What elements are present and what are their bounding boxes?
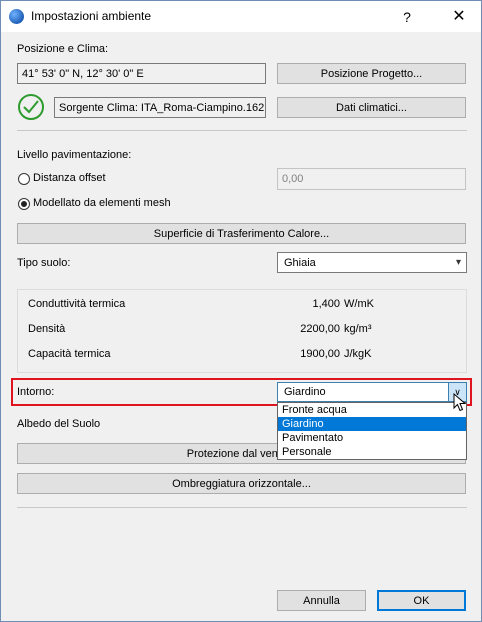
ground-level-label: Livello pavimentazione: — [17, 149, 132, 161]
albedo-label: Albedo del Suolo — [17, 418, 101, 430]
climate-source-field: Sorgente Clima: ITA_Roma-Ciampino.162 — [54, 97, 266, 118]
surroundings-dropdown-list: Fronte acqua Giardino Pavimentato Person… — [277, 402, 467, 460]
dropdown-option-selected[interactable]: Giardino — [278, 417, 466, 431]
mouse-cursor-icon — [453, 393, 467, 412]
surroundings-value: Giardino — [284, 386, 326, 398]
property-value: 1,400 — [312, 298, 340, 310]
title-bar: Impostazioni ambiente ? ✕ — [1, 1, 481, 32]
property-name: Densità — [28, 323, 66, 335]
settings-dialog: Impostazioni ambiente ? ✕ Posizione e Cl… — [0, 0, 482, 622]
dropdown-option[interactable]: Pavimentato — [278, 431, 466, 445]
horizon-shading-button[interactable]: Ombreggiatura orizzontale... — [17, 473, 466, 494]
coordinates-field: 41° 53' 0" N, 12° 30' 0" E — [17, 63, 266, 84]
project-location-button[interactable]: Posizione Progetto... — [277, 63, 466, 84]
property-name: Capacità termica — [28, 348, 111, 360]
property-value: 2200,00 — [300, 323, 340, 335]
ok-button[interactable]: OK — [377, 590, 466, 611]
dropdown-option[interactable]: Fronte acqua — [278, 403, 466, 417]
mesh-radio[interactable] — [18, 198, 30, 210]
climate-data-button[interactable]: Dati climatici... — [277, 97, 466, 118]
chevron-down-icon: ▾ — [455, 257, 461, 268]
property-unit: J/kgK — [344, 348, 372, 360]
mesh-radio-label: Modellato da elementi mesh — [33, 197, 171, 209]
help-button[interactable]: ? — [397, 7, 417, 27]
surroundings-select[interactable]: Giardino ∨ — [277, 382, 467, 402]
soil-type-select[interactable]: Ghiaia ▾ — [277, 252, 467, 273]
heat-transfer-surface-button[interactable]: Superficie di Trasferimento Calore... — [17, 223, 466, 244]
property-name: Conduttività termica — [28, 298, 126, 310]
property-unit: kg/m³ — [344, 323, 372, 335]
soil-type-value: Ghiaia — [284, 257, 316, 269]
property-unit: W/mK — [344, 298, 374, 310]
soil-type-label: Tipo suolo: — [17, 257, 71, 269]
check-icon — [18, 94, 44, 120]
divider — [17, 130, 467, 131]
offset-radio[interactable] — [18, 173, 30, 185]
property-value: 1900,00 — [300, 348, 340, 360]
divider — [17, 507, 467, 508]
close-button[interactable]: ✕ — [449, 7, 469, 27]
surroundings-label: Intorno: — [17, 386, 55, 398]
offset-radio-label: Distanza offset — [33, 172, 106, 184]
offset-input[interactable]: 0,00 — [277, 168, 466, 190]
dropdown-option[interactable]: Personale — [278, 445, 466, 459]
cancel-button[interactable]: Annulla — [277, 590, 366, 611]
app-icon — [9, 9, 24, 24]
location-section-label: Posizione e Clima: — [17, 43, 109, 55]
dialog-title: Impostazioni ambiente — [31, 9, 152, 23]
soil-properties-panel: Conduttività termica 1,400 W/mK Densità … — [17, 289, 467, 373]
